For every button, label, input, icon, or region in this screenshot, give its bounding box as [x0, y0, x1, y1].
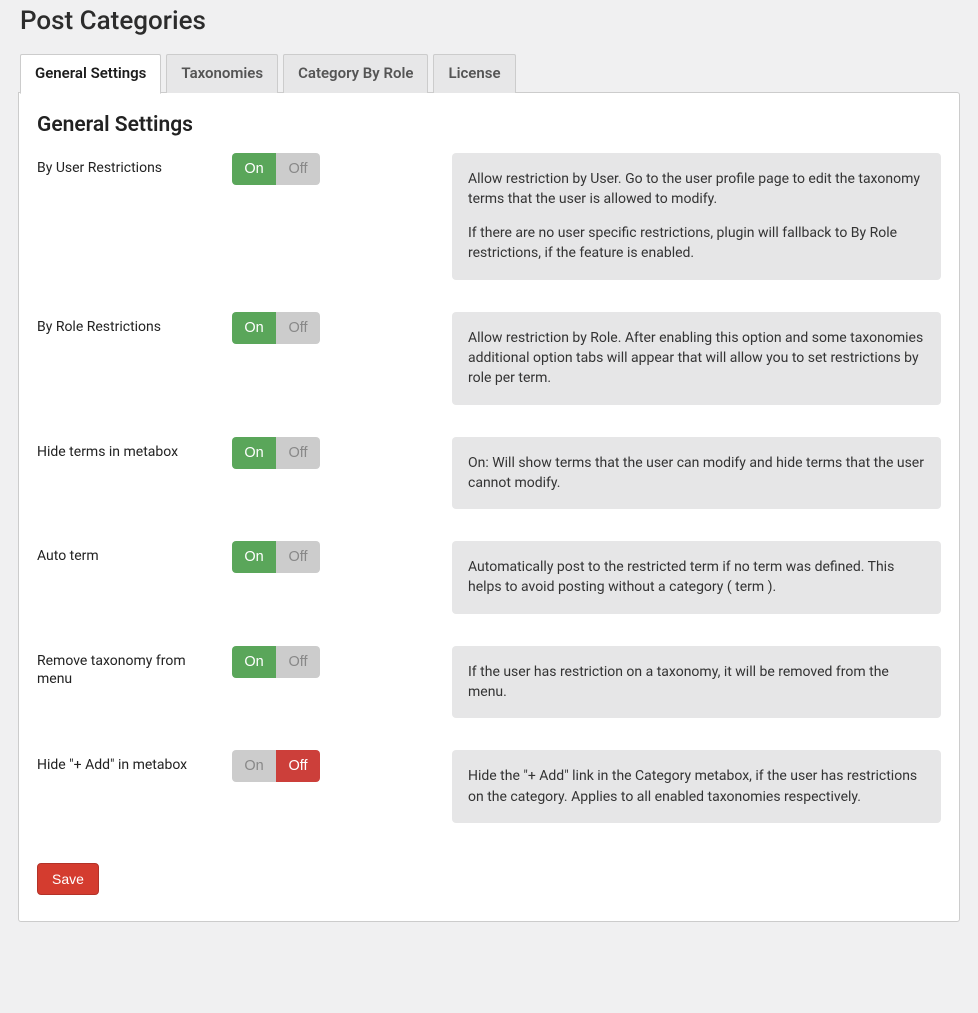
setting-label: By User Restrictions [37, 153, 212, 177]
toggle-remove-taxonomy-from-menu[interactable]: On Off [232, 646, 320, 678]
section-title: General Settings [37, 113, 941, 137]
description-text: Automatically post to the restricted ter… [468, 557, 925, 598]
setting-label: Hide terms in metabox [37, 437, 212, 461]
toggle-on-button[interactable]: On [232, 312, 276, 344]
setting-by-user-restrictions: By User Restrictions On Off Allow restri… [37, 153, 941, 280]
toggle-off-button[interactable]: Off [276, 437, 320, 469]
toggle-off-button[interactable]: Off [276, 312, 320, 344]
toggle-on-button[interactable]: On [232, 153, 276, 185]
toggle-hide-add-in-metabox[interactable]: On Off [232, 750, 320, 782]
description-text: If the user has restriction on a taxonom… [468, 662, 925, 703]
toggle-by-role-restrictions[interactable]: On Off [232, 312, 320, 344]
description-text: Hide the "+ Add" link in the Category me… [468, 766, 925, 807]
page-title: Post Categories [18, 0, 960, 54]
toggle-by-user-restrictions[interactable]: On Off [232, 153, 320, 185]
toggle-on-button[interactable]: On [232, 750, 276, 782]
setting-description: Automatically post to the restricted ter… [452, 541, 941, 614]
setting-hide-add-in-metabox: Hide "+ Add" in metabox On Off Hide the … [37, 750, 941, 823]
description-text: Allow restriction by User. Go to the use… [468, 169, 925, 210]
toggle-on-button[interactable]: On [232, 437, 276, 469]
tab-general-settings[interactable]: General Settings [20, 54, 161, 94]
setting-description: Allow restriction by Role. After enablin… [452, 312, 941, 405]
save-button[interactable]: Save [37, 863, 99, 895]
toggle-off-button[interactable]: Off [276, 750, 320, 782]
setting-auto-term: Auto term On Off Automatically post to t… [37, 541, 941, 614]
setting-by-role-restrictions: By Role Restrictions On Off Allow restri… [37, 312, 941, 405]
tabs-nav: General Settings Taxonomies Category By … [20, 54, 960, 93]
tab-taxonomies[interactable]: Taxonomies [166, 54, 278, 93]
toggle-off-button[interactable]: Off [276, 153, 320, 185]
setting-description: Allow restriction by User. Go to the use… [452, 153, 941, 280]
toggle-on-button[interactable]: On [232, 646, 276, 678]
settings-panel: General Settings By User Restrictions On… [18, 92, 960, 922]
setting-remove-taxonomy-from-menu: Remove taxonomy from menu On Off If the … [37, 646, 941, 719]
setting-hide-terms-in-metabox: Hide terms in metabox On Off On: Will sh… [37, 437, 941, 510]
description-text: If there are no user specific restrictio… [468, 223, 925, 264]
toggle-off-button[interactable]: Off [276, 541, 320, 573]
setting-label: By Role Restrictions [37, 312, 212, 336]
toggle-off-button[interactable]: Off [276, 646, 320, 678]
toggle-on-button[interactable]: On [232, 541, 276, 573]
toggle-auto-term[interactable]: On Off [232, 541, 320, 573]
toggle-hide-terms-in-metabox[interactable]: On Off [232, 437, 320, 469]
setting-description: If the user has restriction on a taxonom… [452, 646, 941, 719]
setting-description: Hide the "+ Add" link in the Category me… [452, 750, 941, 823]
description-text: Allow restriction by Role. After enablin… [468, 328, 925, 389]
description-text: On: Will show terms that the user can mo… [468, 453, 925, 494]
setting-label: Auto term [37, 541, 212, 565]
setting-label: Hide "+ Add" in metabox [37, 750, 212, 774]
setting-label: Remove taxonomy from menu [37, 646, 212, 688]
setting-description: On: Will show terms that the user can mo… [452, 437, 941, 510]
tab-category-by-role[interactable]: Category By Role [283, 54, 428, 93]
tab-license[interactable]: License [433, 54, 515, 93]
